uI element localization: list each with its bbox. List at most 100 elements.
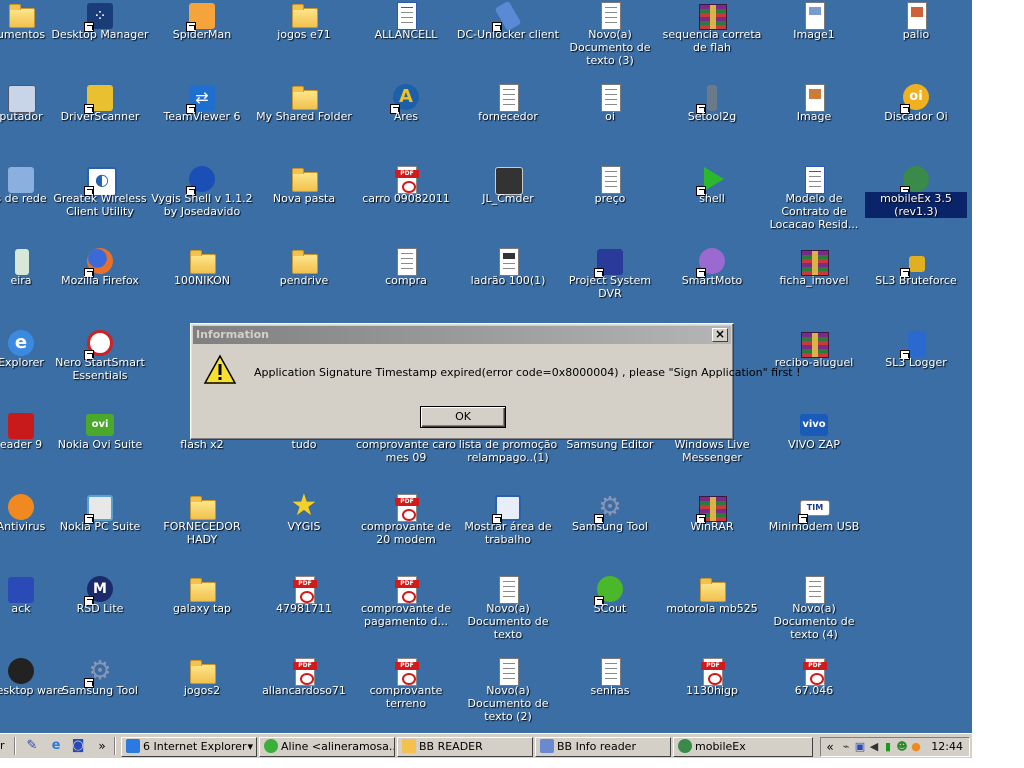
desktop-icon-47981711[interactable]: PDF 47981711 — [253, 574, 355, 654]
desktop-icon-mostrar-area[interactable]: Mostrar área de trabalho — [457, 492, 559, 572]
desktop-icon-rsd-lite[interactable]: M RSD Lite — [49, 574, 151, 654]
desktop-icon-ficha-imovel[interactable]: ficha_imovel — [763, 246, 865, 326]
information-dialog[interactable]: Information × Application Signature Time… — [190, 323, 801, 440]
desktop[interactable]: umentos ⁘ Desktop Manager SpiderMan jogo… — [0, 0, 972, 733]
app-window-icon — [540, 739, 554, 753]
desktop-icon-desktop-manager[interactable]: ⁘ Desktop Manager — [49, 0, 151, 80]
desktop-icon-mobileex[interactable]: mobileEx 3.5 (rev1.3) — [865, 164, 967, 244]
desktop-icon-samsung-tool[interactable]: ⚙ Samsung Tool — [559, 492, 661, 572]
desktop-icon-compra[interactable]: compra — [355, 246, 457, 326]
task-bb-info-reader[interactable]: BB Info reader — [535, 737, 671, 757]
desktop-icon-carro[interactable]: PDF carro 09082011 — [355, 164, 457, 244]
desktop-icon-my-shared-folder[interactable]: My Shared Folder — [253, 82, 355, 162]
desktop-icon-modelo-contrato[interactable]: Modelo de Contrato de Locacao Resid... — [763, 164, 865, 244]
desktop-icon-senhas[interactable]: senhas — [559, 656, 661, 733]
desktop-icon-vygis[interactable]: ★ VYGIS — [253, 491, 355, 572]
task-internet-explorer[interactable]: 6 Internet Explorer ▾ — [121, 737, 257, 757]
desktop-icon-smartmoto[interactable]: SmartMoto — [661, 246, 763, 326]
desktop-icon-vivo-zap[interactable]: vivo VIVO ZAP — [763, 410, 865, 490]
people-icon[interactable]: ☻ — [895, 740, 909, 754]
desktop-icon-jogos-e71[interactable]: jogos e71 — [253, 0, 355, 80]
network-icon[interactable]: ▣ — [853, 740, 867, 754]
desktop-icon-allancardoso71[interactable]: PDF allancardoso71 — [253, 656, 355, 733]
desktop-icon-samsung-tool-2[interactable]: ⚙ Samsung Tool — [49, 656, 151, 733]
avast-icon[interactable]: ● — [909, 740, 923, 754]
desktop-icon-motorola-mb525[interactable]: motorola mb525 — [661, 574, 763, 654]
signal-icon[interactable]: ▮ — [881, 740, 895, 754]
desktop-icon-setool2g[interactable]: Setool2g — [661, 82, 763, 162]
desktop-icon-spiderman[interactable]: SpiderMan — [151, 0, 253, 80]
desktop-icon-image[interactable]: Image — [763, 82, 865, 162]
desktop-icon-nero[interactable]: Nero StartSmart Essentials — [49, 328, 151, 408]
desktop-icon-comprovante-pagamento[interactable]: PDF comprovante de pagamento d... — [355, 574, 457, 654]
dialog-message: Application Signature Timestamp expired(… — [254, 366, 801, 379]
desktop-icon-winrar[interactable]: WinRAR — [661, 492, 763, 572]
close-icon: × — [714, 327, 726, 341]
desktop-icon-novo-documento-3[interactable]: Novo(a) Documento de texto (3) — [559, 0, 661, 80]
desktop-icon-firefox[interactable]: Mozilla Firefox — [49, 246, 151, 326]
folder-icon — [402, 739, 416, 753]
taskbar-separator — [114, 737, 116, 755]
media-icon[interactable]: ◙ — [70, 738, 86, 754]
desktop-icon-driverscanner[interactable]: DriverScanner — [49, 82, 151, 162]
desktop-icon-comprovante-20-modem[interactable]: PDF comprovante de 20 modem — [355, 492, 457, 572]
desktop-icon-fornecedor[interactable]: fornecedor — [457, 82, 559, 162]
desktop-icon-preco[interactable]: preço — [559, 164, 661, 244]
desktop-icon-ladrao[interactable]: ladrão 100(1) — [457, 246, 559, 326]
desktop-icon-nokia-ovi-suite[interactable]: ovi Nokia Ovi Suite — [49, 410, 151, 490]
desktop-icon-discador-oi[interactable]: oi Discador Oi — [865, 82, 967, 162]
desktop-icon-image1[interactable]: Image1 — [763, 0, 865, 80]
start-button-fragment[interactable]: r — [0, 739, 5, 752]
system-tray: « ⌁ ▣ ◀ ▮ ☻ ● 12:44 — [820, 737, 970, 757]
screen-margin-bottom — [0, 758, 972, 768]
desktop-icon-pendrive[interactable]: pendrive — [253, 246, 355, 326]
warning-icon — [203, 354, 237, 384]
task-bb-reader[interactable]: BB READER — [397, 737, 533, 757]
volume-icon[interactable]: ◀ — [867, 740, 881, 754]
desktop-icon-scout[interactable]: SCout — [559, 574, 661, 654]
desktop-icon-comprovante-terreno[interactable]: PDF comprovante terreno — [355, 656, 457, 733]
desktop-icon-sl3-bruteforce[interactable]: SL3 Bruteforce — [865, 246, 967, 326]
desktop-icon-greatek[interactable]: ◐ Greatek Wireless Client Utility — [49, 164, 151, 244]
desktop-icon-novo-documento-2[interactable]: Novo(a) Documento de texto (2) — [457, 656, 559, 733]
satellite-icon[interactable]: ✎ — [24, 738, 40, 754]
desktop-icon-palio[interactable]: palio — [865, 0, 967, 80]
desktop-icon-nova-pasta[interactable]: Nova pasta — [253, 164, 355, 244]
desktop-icon-allancell[interactable]: ALLANCELL — [355, 0, 457, 80]
desktop-icon-100nikon[interactable]: 100NIKON — [151, 246, 253, 326]
desktop-icon-vygis-shell[interactable]: Vygis Shell v 1.1.2 by Josedavido — [151, 164, 253, 244]
desktop-icon-project-system-dvr[interactable]: Project System DVR — [559, 246, 661, 326]
task-mobileex[interactable]: mobileEx — [673, 737, 813, 757]
taskbar: r ✎ e ◙ » 6 Internet Explorer ▾ Aline <al… — [0, 733, 972, 758]
desktop-icon-1130higp[interactable]: PDF 1130higp — [661, 656, 763, 733]
desktop-icon-67046[interactable]: PDF 67.046 — [763, 656, 865, 733]
mobileex-icon — [678, 739, 692, 753]
desktop-icon-jogos2[interactable]: jogos2 — [151, 656, 253, 733]
taskbar-separator — [14, 737, 16, 755]
internet-explorer-icon[interactable]: e — [48, 738, 64, 754]
usb-icon[interactable]: ⌁ — [839, 740, 853, 754]
tray-expand-button[interactable]: « — [823, 740, 837, 754]
desktop-icon-galaxy-tap[interactable]: galaxy tap — [151, 574, 253, 654]
desktop-icon-minimodem-usb[interactable]: TIM Minimodem USB — [763, 492, 865, 572]
desktop-icon-jl-cmder[interactable]: JL_Cmder — [457, 164, 559, 244]
desktop-icon-sequencia-correta[interactable]: sequencia correta de flah — [661, 0, 763, 80]
desktop-icon-teamviewer[interactable]: ⇄ TeamViewer 6 — [151, 82, 253, 162]
desktop-icon-fornecedor-hady[interactable]: FORNECEDOR HADY — [151, 492, 253, 572]
quick-launch-overflow[interactable]: » — [94, 738, 110, 754]
desktop-icon-novo-documento[interactable]: Novo(a) Documento de texto — [457, 574, 559, 654]
desktop-icon-sl3-logger[interactable]: SL3 Logger — [865, 328, 967, 408]
close-button[interactable]: × — [712, 328, 728, 342]
task-messenger-aline[interactable]: Aline <alineramosa... — [259, 737, 395, 757]
desktop-icon-shell[interactable]: shell — [661, 164, 763, 244]
dialog-titlebar[interactable]: Information × — [193, 326, 731, 344]
ok-button[interactable]: OK — [420, 406, 506, 428]
messenger-icon — [264, 739, 278, 753]
desktop-icon-oi[interactable]: oi — [559, 82, 661, 162]
clock[interactable]: 12:44 — [931, 740, 963, 754]
desktop-icon-nokia-pc-suite[interactable]: Nokia PC Suite — [49, 492, 151, 572]
dialog-title: Information — [196, 328, 269, 341]
desktop-icon-ares[interactable]: A Ares — [355, 82, 457, 162]
desktop-icon-dc-unlocker[interactable]: DC-Unlocker client — [457, 0, 559, 80]
desktop-icon-novo-documento-4[interactable]: Novo(a) Documento de texto (4) — [763, 574, 865, 654]
